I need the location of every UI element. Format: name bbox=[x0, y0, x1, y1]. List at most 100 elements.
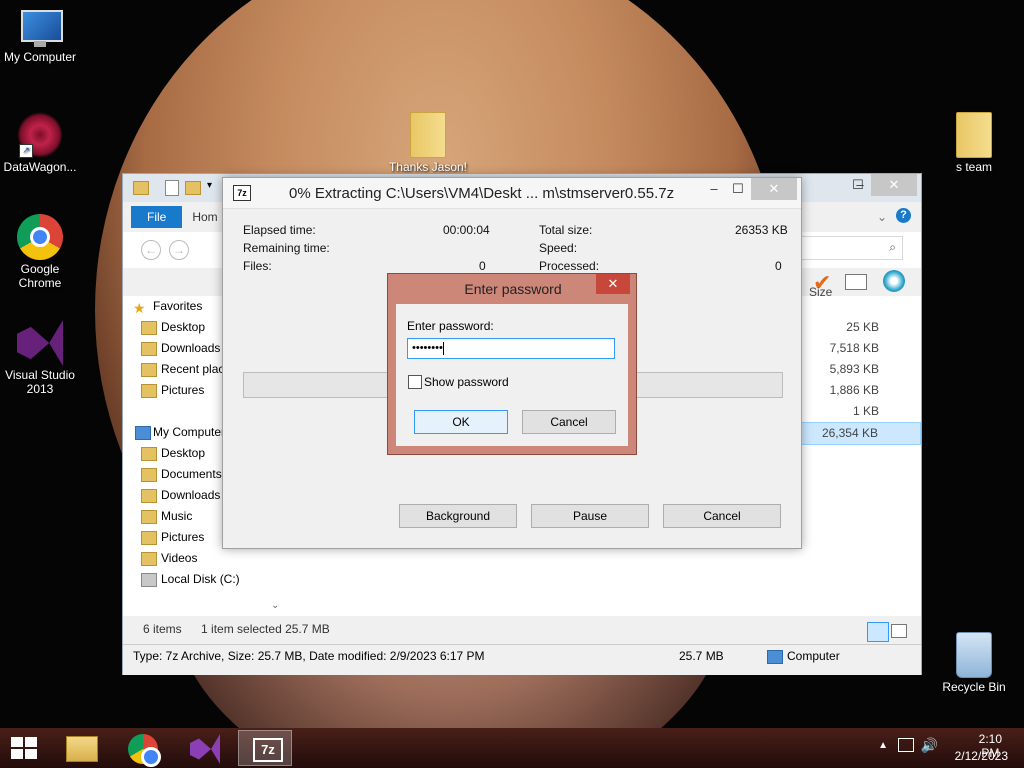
total-size-value: 26353 KB bbox=[735, 223, 788, 237]
table-row-size[interactable]: 7,518 KB bbox=[801, 338, 921, 359]
music-icon bbox=[141, 510, 157, 524]
elapsed-label: Elapsed time: bbox=[243, 223, 316, 237]
show-hidden-icons-icon[interactable]: ▲ bbox=[878, 740, 888, 751]
7zip-icon: 7z bbox=[253, 738, 283, 762]
desktop-icon-label: Recycle Bin bbox=[942, 680, 1006, 694]
desktop-icon-chrome[interactable]: Google Chrome bbox=[0, 214, 80, 290]
new-folder-icon[interactable] bbox=[185, 181, 201, 195]
desktop-icon bbox=[141, 447, 157, 461]
table-row-size[interactable]: 5,893 KB bbox=[801, 359, 921, 380]
text-cursor bbox=[442, 341, 444, 355]
ok-button[interactable]: OK bbox=[414, 410, 508, 434]
table-row-size[interactable]: 1,886 KB bbox=[801, 380, 921, 401]
downloads-icon bbox=[141, 489, 157, 503]
datawagon-icon: ↗ bbox=[17, 112, 63, 158]
speed-label: Speed: bbox=[539, 241, 578, 255]
details-location: Computer bbox=[787, 649, 840, 663]
tab-file[interactable]: File bbox=[131, 206, 183, 228]
taskbar: 7z ▲ 🔊 2:10 PM 2/12/2023 bbox=[0, 728, 1024, 768]
tab-home[interactable]: Hom bbox=[182, 206, 227, 228]
desktop-icon-recycle-bin[interactable]: Recycle Bin bbox=[934, 632, 1014, 694]
taskbar-file-explorer[interactable] bbox=[54, 730, 108, 766]
search-input[interactable]: ⌕ bbox=[801, 236, 903, 260]
quick-access-dropdown-icon[interactable]: ▾ bbox=[207, 180, 212, 191]
pictures-icon bbox=[141, 531, 157, 545]
recent-icon bbox=[141, 363, 157, 377]
desktop-icon-datawagon[interactable]: ↗ DataWagon... bbox=[0, 112, 80, 174]
item-count: 6 items bbox=[143, 622, 182, 636]
start-button[interactable] bbox=[11, 737, 39, 759]
disk-icon bbox=[141, 573, 157, 587]
processed-label: Processed: bbox=[539, 259, 600, 273]
downloads-icon bbox=[141, 342, 157, 356]
star-icon: ★ bbox=[133, 300, 146, 316]
cancel-extraction-button[interactable]: Cancel bbox=[663, 504, 781, 528]
maximize-button[interactable]: ☐ bbox=[843, 174, 873, 196]
table-row-size[interactable]: 25 KB bbox=[801, 317, 921, 338]
documents-icon bbox=[141, 468, 157, 482]
files-label: Files: bbox=[243, 259, 272, 273]
computer-icon bbox=[767, 650, 783, 664]
explorer-details-bar: Type: 7z Archive, Size: 25.7 MB, Date mo… bbox=[123, 644, 921, 675]
recycle-bin-icon bbox=[956, 632, 992, 678]
table-row-size[interactable]: 1 KB bbox=[801, 401, 921, 422]
nav-local-disk[interactable]: Local Disk (C:) bbox=[131, 569, 281, 590]
explorer-status-bar: 6 items 1 item selected 25.7 MB bbox=[143, 622, 330, 636]
close-button[interactable]: ✕ bbox=[596, 274, 630, 294]
videos-icon bbox=[141, 552, 157, 566]
taskbar-chrome[interactable] bbox=[116, 730, 170, 767]
show-password-checkbox[interactable] bbox=[408, 375, 422, 389]
files-value: 0 bbox=[479, 259, 486, 273]
processed-value: 0 bbox=[775, 259, 782, 273]
clock-date[interactable]: 2/12/2023 bbox=[955, 749, 1008, 763]
computer-icon bbox=[135, 426, 151, 440]
file-explorer-icon bbox=[66, 736, 98, 762]
desktop-icon-my-computer[interactable]: My Computer bbox=[0, 8, 80, 64]
size-column: Size 25 KB 7,518 KB 5,893 KB 1,886 KB 1 … bbox=[801, 285, 921, 445]
password-input[interactable]: •••••••• bbox=[407, 338, 615, 359]
password-dialog-titlebar[interactable]: Enter password ✕ bbox=[388, 274, 636, 300]
taskbar-visual-studio[interactable] bbox=[178, 730, 232, 766]
large-icons-view-icon[interactable] bbox=[891, 624, 907, 638]
maximize-button[interactable]: ☐ bbox=[723, 178, 753, 200]
folder-icon bbox=[133, 181, 149, 195]
visual-studio-icon bbox=[17, 320, 63, 366]
desktop-icon bbox=[141, 321, 157, 335]
desktop-icon-label: Thanks Jason! bbox=[388, 160, 468, 174]
pause-button[interactable]: Pause bbox=[531, 504, 649, 528]
desktop-icon-thanks-jason[interactable]: Thanks Jason! bbox=[388, 112, 468, 174]
cancel-button[interactable]: Cancel bbox=[522, 410, 616, 434]
show-password-label[interactable]: Show password bbox=[424, 375, 509, 389]
folder-icon bbox=[956, 112, 992, 158]
folder-icon bbox=[410, 112, 446, 158]
close-button[interactable]: ✕ bbox=[871, 174, 917, 196]
size-column-header[interactable]: Size bbox=[801, 282, 921, 303]
details-size: 25.7 MB bbox=[679, 649, 724, 663]
chrome-icon bbox=[128, 734, 161, 767]
desktop-icon-visual-studio[interactable]: Visual Studio 2013 bbox=[0, 320, 80, 396]
7zip-icon: 7z bbox=[233, 185, 251, 201]
forward-button[interactable]: → bbox=[169, 240, 189, 260]
nav-videos[interactable]: Videos bbox=[131, 548, 281, 569]
desktop-icon-s-team[interactable]: s team bbox=[934, 112, 1014, 174]
table-row-size-selected[interactable]: 26,354 KB bbox=[801, 422, 921, 445]
remaining-label: Remaining time: bbox=[243, 241, 330, 255]
ribbon-expand-icon[interactable]: ⌄ bbox=[877, 210, 887, 224]
help-icon[interactable]: ? bbox=[896, 208, 911, 223]
back-button[interactable]: ← bbox=[141, 240, 161, 260]
progress-titlebar[interactable]: 7z 0% Extracting C:\Users\VM4\Deskt ... … bbox=[223, 178, 801, 209]
visual-studio-icon bbox=[190, 734, 220, 764]
close-button[interactable]: ✕ bbox=[751, 178, 797, 200]
details-view-icon[interactable] bbox=[867, 622, 889, 642]
background-button[interactable]: Background bbox=[399, 504, 517, 528]
password-label: Enter password: bbox=[407, 319, 494, 333]
password-dialog[interactable]: Enter password ✕ Enter password: •••••••… bbox=[387, 273, 637, 455]
desktop-icon-label: s team bbox=[955, 160, 992, 174]
network-icon[interactable] bbox=[898, 738, 914, 752]
properties-icon[interactable] bbox=[165, 180, 179, 196]
scroll-down-icon[interactable]: ⌄ bbox=[271, 600, 279, 611]
volume-icon[interactable]: 🔊 bbox=[921, 737, 938, 754]
taskbar-7zip[interactable]: 7z bbox=[238, 730, 292, 766]
password-dialog-body: Enter password: •••••••• Show password O… bbox=[396, 304, 628, 446]
details-text: Type: 7z Archive, Size: 25.7 MB, Date mo… bbox=[133, 649, 485, 663]
